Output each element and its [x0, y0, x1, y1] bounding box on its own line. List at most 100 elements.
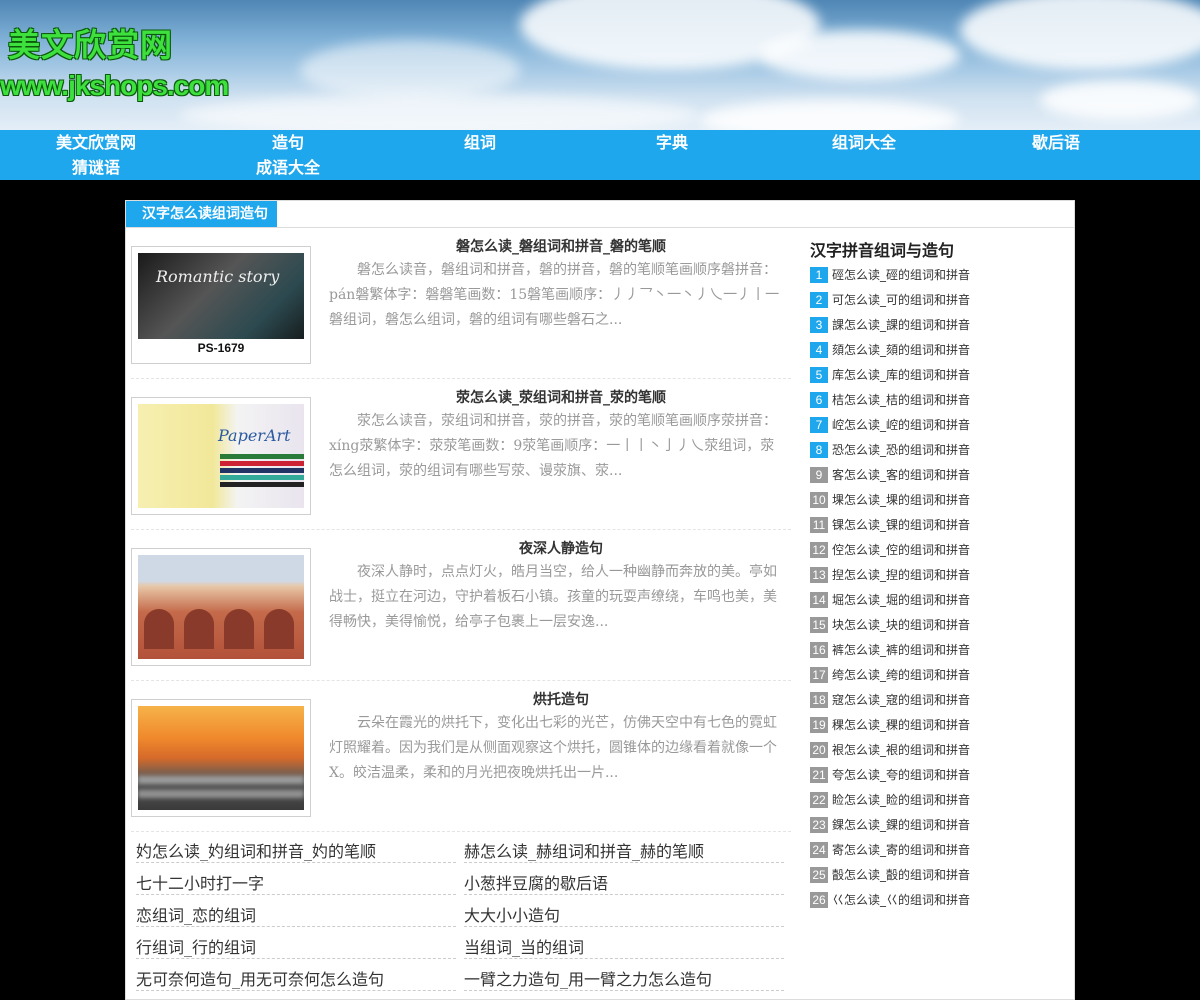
- sidebar-item[interactable]: 21 夸怎么读_夸的组词和拼音: [810, 767, 970, 785]
- sidebar-item-rank: 14: [810, 592, 828, 608]
- sidebar-item[interactable]: 17 绔怎么读_绔的组词和拼音: [810, 667, 970, 685]
- nav-item-idioms[interactable]: 成语大全: [192, 155, 384, 180]
- thumbnail-image: PaperArt: [138, 404, 304, 508]
- sidebar-item-label: 恐怎么读_恐的组词和拼音: [832, 443, 971, 457]
- sidebar-item-rank: 16: [810, 642, 828, 658]
- nav-item-home[interactable]: 美文欣赏网: [0, 130, 192, 155]
- article-summary: 云朵在霞光的烘托下，变化出七彩的光芒，仿佛天空中有七色的霓虹灯照耀着。因为我们是…: [329, 715, 777, 781]
- sidebar-item-rank: 10: [810, 492, 828, 508]
- sidebar-item[interactable]: 22 睑怎么读_睑的组词和拼音: [810, 792, 970, 810]
- nav-item-riddles[interactable]: 猜谜语: [0, 155, 192, 180]
- sidebar-item[interactable]: 10 堁怎么读_堁的组词和拼音: [810, 492, 970, 510]
- list-item-link[interactable]: 大大小小造句: [464, 905, 784, 927]
- sidebar-item-label: 锞怎么读_锞的组词和拼音: [832, 518, 971, 532]
- thumbnail-image: Romantic story PS-1679: [138, 253, 304, 357]
- thumbnail-tag: PaperArt: [218, 426, 291, 445]
- sidebar-item-rank: 21: [810, 767, 828, 783]
- nav-item-sentence[interactable]: 造句: [192, 130, 384, 155]
- article-thumbnail[interactable]: PaperArt: [131, 397, 311, 515]
- sidebar-item[interactable]: 7 崆怎么读_崆的组词和拼音: [810, 417, 970, 435]
- sidebar-item-label: 崆怎么读_崆的组词和拼音: [832, 418, 971, 432]
- sidebar-item-rank: 22: [810, 792, 828, 808]
- site-logo-url[interactable]: www.jkshops.com: [0, 70, 229, 102]
- article-summary: 荥怎么读音，荥组词和拼音，荥的拼音，荥的笔顺笔画顺序荥拼音：xíng荥繁体字：荥…: [329, 413, 777, 479]
- sidebar-item-label: 寄怎么读_寄的组词和拼音: [832, 843, 971, 857]
- sidebar-item-rank: 11: [810, 517, 828, 533]
- article-title[interactable]: 荥怎么读_荥组词和拼音_荥的笔顺: [331, 387, 791, 407]
- article-item: Romantic story PS-1679 磐怎么读_磐组词和拼音_磐的笔顺 …: [131, 228, 791, 379]
- thumbnail-image: [138, 706, 304, 810]
- sidebar-item-rank: 1: [810, 267, 828, 283]
- article-thumbnail[interactable]: [131, 699, 311, 817]
- sidebar-item-label: 客怎么读_客的组词和拼音: [832, 468, 971, 482]
- sidebar-item-label: 堀怎么读_堀的组词和拼音: [832, 593, 971, 607]
- sidebar-item-label: 块怎么读_块的组词和拼音: [832, 618, 971, 632]
- sidebar-item[interactable]: 16 裤怎么读_裤的组词和拼音: [810, 642, 970, 660]
- breadcrumb: 汉字怎么读组词造句: [126, 201, 1074, 228]
- article-thumbnail[interactable]: [131, 548, 311, 666]
- nav-item-dictionary[interactable]: 字典: [576, 130, 768, 155]
- sidebar-item-rank: 17: [810, 667, 828, 683]
- sidebar-item[interactable]: 23 錁怎么读_錁的组词和拼音: [810, 817, 970, 835]
- sidebar-item-rank: 12: [810, 542, 828, 558]
- list-item-link[interactable]: 恋组词_恋的组词: [136, 905, 456, 927]
- sidebar-item[interactable]: 25 瞉怎么读_瞉的组词和拼音: [810, 867, 970, 885]
- sidebar-item-label: 堁怎么读_堁的组词和拼音: [832, 493, 971, 507]
- sidebar-item[interactable]: 8 恐怎么读_恐的组词和拼音: [810, 442, 970, 460]
- sidebar-item-label: 瞉怎么读_瞉的组词和拼音: [832, 868, 971, 882]
- sidebar-item[interactable]: 3 課怎么读_課的组词和拼音: [810, 317, 970, 335]
- article-title[interactable]: 夜深人静造句: [331, 538, 791, 558]
- article-thumbnail[interactable]: Romantic story PS-1679: [131, 246, 311, 364]
- nav-item-xiehouyu[interactable]: 歇后语: [960, 130, 1152, 155]
- breadcrumb-tab[interactable]: 汉字怎么读组词造句: [126, 201, 277, 227]
- sidebar-item[interactable]: 5 库怎么读_库的组词和拼音: [810, 367, 970, 385]
- sidebar-item[interactable]: 18 窛怎么读_窛的组词和拼音: [810, 692, 970, 710]
- nav-item-words-all[interactable]: 组词大全: [768, 130, 960, 155]
- sidebar-item-rank: 20: [810, 742, 828, 758]
- site-logo-title[interactable]: 美文欣赏网: [8, 20, 173, 66]
- sidebar-item[interactable]: 1 硜怎么读_硜的组词和拼音: [810, 267, 970, 285]
- sidebar-item[interactable]: 4 頦怎么读_頦的组词和拼音: [810, 342, 970, 360]
- list-item-link[interactable]: 行组词_行的组词: [136, 937, 456, 959]
- sidebar-item-label: 錁怎么读_錁的组词和拼音: [832, 818, 971, 832]
- article-item: 烘托造句 云朵在霞光的烘托下，变化出七彩的光芒，仿佛天空中有七色的霓虹灯照耀着。…: [131, 681, 791, 832]
- sidebar-item[interactable]: 13 揑怎么读_揑的组词和拼音: [810, 567, 970, 585]
- sidebar-item-label: 裤怎么读_裤的组词和拼音: [832, 643, 971, 657]
- sidebar-item-label: 夸怎么读_夸的组词和拼音: [832, 768, 971, 782]
- nav-item-words[interactable]: 组词: [384, 130, 576, 155]
- sidebar-item[interactable]: 6 桔怎么读_桔的组词和拼音: [810, 392, 970, 410]
- sidebar-item-rank: 18: [810, 692, 828, 708]
- sidebar-item[interactable]: 15 块怎么读_块的组词和拼音: [810, 617, 970, 635]
- sidebar-item-rank: 25: [810, 867, 828, 883]
- article-item: PaperArt 荥怎么读_荥组词和拼音_荥的笔顺 荥怎么读音，荥组词和拼音，荥…: [131, 379, 791, 530]
- sidebar-item[interactable]: 2 可怎么读_可的组词和拼音: [810, 292, 970, 310]
- header-banner: 美文欣赏网 www.jkshops.com: [0, 0, 1200, 130]
- list-item-link[interactable]: 当组词_当的组词: [464, 937, 784, 959]
- sidebar-item-label: 課怎么读_課的组词和拼音: [832, 318, 971, 332]
- thumbnail-tag: Romantic story: [156, 267, 280, 286]
- list-item-link[interactable]: 无可奈何造句_用无可奈何怎么造句: [136, 969, 456, 991]
- sidebar-title: 汉字拼音组词与造句: [810, 241, 955, 260]
- sidebar-item[interactable]: 19 稞怎么读_稞的组词和拼音: [810, 717, 970, 735]
- sidebar-item[interactable]: 12 倥怎么读_倥的组词和拼音: [810, 542, 970, 560]
- sidebar-item-rank: 4: [810, 342, 828, 358]
- sidebar-item-label: 睑怎么读_睑的组词和拼音: [832, 793, 971, 807]
- article-title[interactable]: 烘托造句: [331, 689, 791, 709]
- sidebar-item[interactable]: 26 巜怎么读_巜的组词和拼音: [810, 892, 970, 910]
- sidebar-item[interactable]: 9 客怎么读_客的组词和拼音: [810, 467, 970, 485]
- sidebar-item-rank: 19: [810, 717, 828, 733]
- sidebar-item-label: 稞怎么读_稞的组词和拼音: [832, 718, 971, 732]
- article-title[interactable]: 磐怎么读_磐组词和拼音_磐的笔顺: [331, 236, 791, 256]
- list-item-link[interactable]: 妁怎么读_妁组词和拼音_妁的笔顺: [136, 841, 456, 863]
- sidebar-item[interactable]: 24 寄怎么读_寄的组词和拼音: [810, 842, 970, 860]
- sidebar-item-rank: 23: [810, 817, 828, 833]
- sidebar-item[interactable]: 11 锞怎么读_锞的组词和拼音: [810, 517, 970, 535]
- sidebar-item[interactable]: 20 裉怎么读_裉的组词和拼音: [810, 742, 970, 760]
- sidebar-item[interactable]: 14 堀怎么读_堀的组词和拼音: [810, 592, 970, 610]
- list-item-link[interactable]: 赫怎么读_赫组词和拼音_赫的笔顺: [464, 841, 784, 863]
- sidebar-item-rank: 8: [810, 442, 828, 458]
- sidebar-item-label: 巜怎么读_巜的组词和拼音: [832, 893, 971, 907]
- list-item-link[interactable]: 一臂之力造句_用一臂之力怎么造句: [464, 969, 784, 991]
- list-item-link[interactable]: 小葱拌豆腐的歇后语: [464, 873, 784, 895]
- list-item-link[interactable]: 七十二小时打一字: [136, 873, 456, 895]
